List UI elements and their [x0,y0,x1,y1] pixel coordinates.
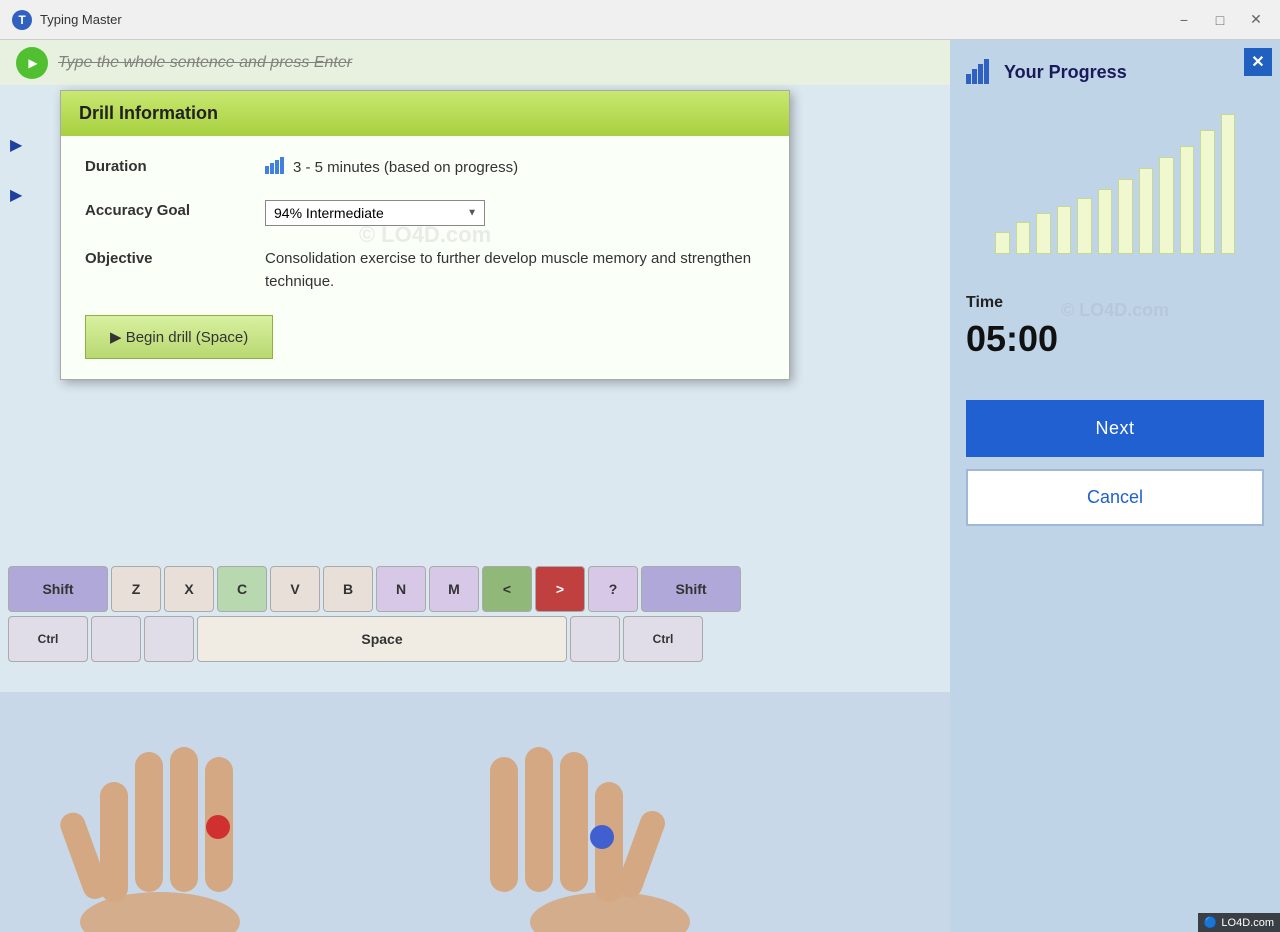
close-x-button[interactable]: ✕ [1244,48,1272,76]
titlebar: T Typing Master − □ ✕ [0,0,1280,40]
progress-bar-chart [995,104,1235,264]
key-blank-3[interactable] [570,616,620,662]
chart-bar-3 [1057,206,1072,254]
next-button[interactable]: Next [966,400,1264,457]
accuracy-select[interactable]: 90% Beginner 94% Intermediate 97% Advanc… [265,200,485,226]
keyboard-shift-row: Shift Z X C V B N M < > ? Shift [0,564,950,614]
cancel-button[interactable]: Cancel [966,469,1264,526]
chart-bar-0 [995,232,1010,254]
key-b[interactable]: B [323,566,373,612]
chart-bar-2 [1036,213,1051,254]
key-slash[interactable]: ? [588,566,638,612]
key-c[interactable]: C [217,566,267,612]
duration-chart-icon [265,156,285,178]
app-title: Typing Master [40,12,122,27]
objective-row: Objective Consolidation exercise to furt… [85,248,765,293]
chart-bar-4 [1077,198,1092,254]
time-label: Time [966,294,1003,312]
chart-bar-11 [1221,114,1236,254]
right-watermark: © LO4D.com [1061,300,1169,321]
play-button[interactable] [16,47,48,79]
chart-bar-1 [1016,222,1031,254]
drill-dialog: Drill Information © LO4D.com Duration [60,90,790,380]
main-content: Type the whole sentence and press Enter … [0,40,1280,932]
key-m[interactable]: M [429,566,479,612]
accuracy-select-wrapper[interactable]: 90% Beginner 94% Intermediate 97% Advanc… [265,200,485,226]
time-value: 05:00 [966,318,1058,360]
chart-bar-6 [1118,179,1133,254]
key-shift-right[interactable]: Shift [641,566,741,612]
maximize-button[interactable]: □ [1206,10,1234,30]
key-ctrl-right[interactable]: Ctrl [623,616,703,662]
chart-bar-9 [1180,146,1195,254]
drill-dialog-header: Drill Information [61,91,789,136]
window-controls: − □ ✕ [1170,10,1270,30]
accuracy-row: Accuracy Goal 90% Beginner 94% Intermedi… [85,200,765,226]
duration-value: 3 - 5 minutes (based on progress) [265,156,518,178]
nav-arrow-1[interactable]: ▶ [10,135,22,155]
key-x[interactable]: X [164,566,214,612]
left-panel: Type the whole sentence and press Enter … [0,40,950,932]
keyboard-container: Shift Z X C V B N M < > ? Shift Ctrl Spa… [0,564,950,704]
key-v[interactable]: V [270,566,320,612]
key-space[interactable]: Space [197,616,567,662]
duration-label: Duration [85,156,245,175]
lo4d-watermark: 🔵 LO4D.com [1198,913,1280,932]
chart-bar-7 [1139,168,1154,254]
chart-bar-10 [1200,130,1215,254]
lo4d-text: LO4D.com [1221,917,1274,929]
key-n[interactable]: N [376,566,426,612]
duration-row: Duration 3 - 5 minutes (based on progres… [85,156,765,178]
begin-drill-button[interactable]: ▶ Begin drill (Space) [85,315,273,359]
key-blank-1[interactable] [91,616,141,662]
lo4d-icon: 🔵 [1204,916,1218,929]
key-period[interactable]: > [535,566,585,612]
hand-display [0,692,950,932]
hands-svg [30,692,810,932]
keyboard-ctrl-row: Ctrl Space Ctrl [0,614,950,664]
chart-bar-5 [1098,189,1113,254]
key-z[interactable]: Z [111,566,161,612]
progress-chart-icon [966,60,994,84]
objective-label: Objective [85,248,245,267]
chart-bar-8 [1159,157,1174,254]
key-shift-left[interactable]: Shift [8,566,108,612]
drill-title: Drill Information [79,103,218,123]
instruction-text: Type the whole sentence and press Enter [58,54,352,72]
accuracy-label: Accuracy Goal [85,200,245,219]
right-panel: ✕ Your Progress © LO4D.com Time 05:00 Ne… [950,40,1280,932]
key-comma[interactable]: < [482,566,532,612]
drill-dialog-body: © LO4D.com Duration 3 - [61,136,789,379]
progress-title: Your Progress [1004,62,1127,83]
progress-header: Your Progress [966,60,1127,84]
app-icon: T [12,10,32,30]
minimize-button[interactable]: − [1170,10,1198,30]
key-blank-2[interactable] [144,616,194,662]
objective-value: Consolidation exercise to further develo… [265,248,765,293]
key-ctrl-left[interactable]: Ctrl [8,616,88,662]
nav-arrow-2[interactable]: ▶ [10,185,22,205]
close-button[interactable]: ✕ [1242,10,1270,30]
instruction-bar: Type the whole sentence and press Enter [0,40,950,85]
